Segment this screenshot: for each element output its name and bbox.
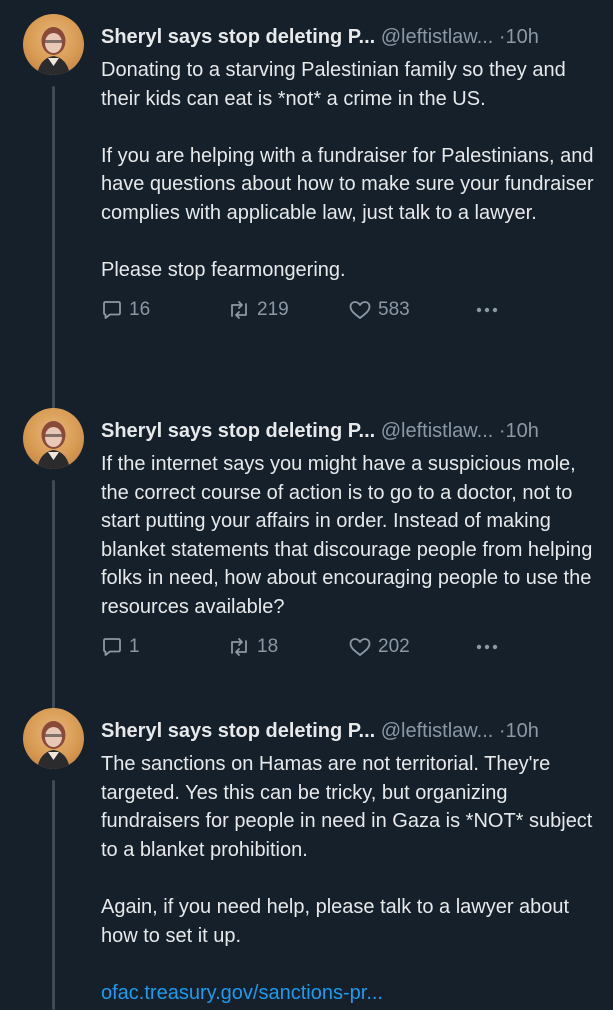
tweet[interactable]: Sheryl says stop deleting P... @leftistl… [0, 708, 613, 1010]
separator: · [498, 420, 506, 442]
heart-icon [349, 300, 371, 319]
tweet-header: Sheryl says stop deleting P... @leftistl… [101, 718, 601, 744]
author-name[interactable]: Sheryl says stop deleting P... [101, 420, 375, 442]
tweet-actions: 1 18 202 [101, 632, 601, 662]
reply-icon [103, 637, 121, 656]
heart-icon [349, 637, 371, 656]
tweet-header: Sheryl says stop deleting P... @leftistl… [101, 418, 601, 444]
tweet-header: Sheryl says stop deleting P... @leftistl… [101, 24, 601, 50]
avatar[interactable] [23, 408, 84, 469]
thread-line [52, 480, 55, 714]
avatar[interactable] [23, 14, 84, 75]
tweet-paragraph: The sanctions on Hamas are not territori… [101, 753, 593, 861]
thread-line [52, 780, 55, 1010]
reply-count: 16 [129, 298, 151, 320]
retweet-count: 219 [257, 298, 289, 320]
thread-line [52, 86, 55, 414]
like-button[interactable]: 202 [348, 632, 410, 662]
separator: · [498, 26, 506, 48]
tweet-actions: 16 219 583 [101, 295, 601, 325]
author-handle[interactable]: @leftistlaw... [381, 26, 494, 48]
tweet-paragraph: Please stop fearmongering. [101, 259, 346, 282]
separator: · [498, 720, 506, 742]
tweet-text: The sanctions on Hamas are not territori… [101, 750, 601, 1007]
reply-button[interactable]: 16 [101, 295, 150, 325]
author-handle[interactable]: @leftistlaw... [381, 420, 494, 442]
retweet-count: 18 [257, 635, 279, 657]
tweet[interactable]: Sheryl says stop deleting P... @leftistl… [0, 14, 613, 414]
reply-button[interactable]: 1 [101, 632, 140, 662]
tweet-text: Donating to a starving Palestinian famil… [101, 56, 601, 285]
reply-count: 1 [129, 635, 140, 657]
more-icon [476, 644, 498, 649]
tweet-link[interactable]: ofac.treasury.gov/sanctions-pr... [101, 982, 383, 1004]
retweet-button[interactable]: 219 [227, 295, 289, 325]
tweet[interactable]: Sheryl says stop deleting P... @leftistl… [0, 408, 613, 714]
avatar[interactable] [23, 708, 84, 769]
more-button[interactable] [474, 295, 500, 325]
author-name[interactable]: Sheryl says stop deleting P... [101, 26, 375, 48]
retweet-button[interactable]: 18 [227, 632, 278, 662]
author-handle[interactable]: @leftistlaw... [381, 720, 494, 742]
like-count: 202 [378, 635, 410, 657]
more-button[interactable] [474, 632, 500, 662]
like-count: 583 [378, 298, 410, 320]
timestamp[interactable]: 10h [506, 720, 539, 742]
tweet-paragraph: Again, if you need help, please talk to … [101, 895, 570, 947]
tweet-paragraph: If you are helping with a fundraiser for… [101, 144, 594, 224]
more-icon [476, 307, 498, 312]
like-button[interactable]: 583 [348, 295, 410, 325]
retweet-icon [231, 637, 247, 656]
tweet-paragraph: If the internet says you might have a su… [101, 453, 593, 618]
timestamp[interactable]: 10h [506, 420, 539, 442]
timestamp[interactable]: 10h [506, 26, 539, 48]
author-name[interactable]: Sheryl says stop deleting P... [101, 720, 375, 742]
retweet-icon [231, 300, 247, 319]
tweet-paragraph: Donating to a starving Palestinian famil… [101, 59, 566, 110]
tweet-text: If the internet says you might have a su… [101, 450, 601, 622]
reply-icon [103, 300, 121, 319]
